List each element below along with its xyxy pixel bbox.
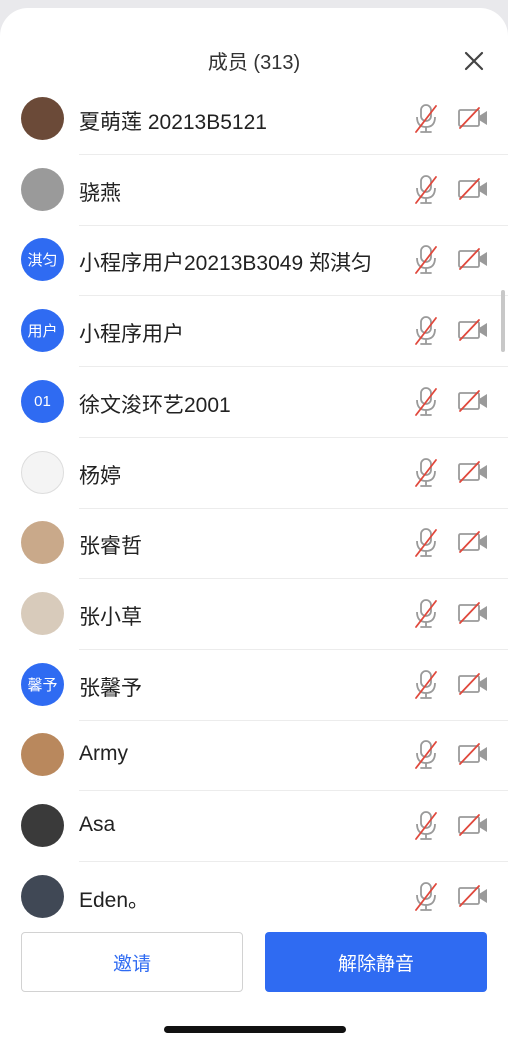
- member-name: 张睿哲: [79, 535, 142, 559]
- mic-muted-icon[interactable]: [413, 598, 439, 630]
- avatar: [21, 804, 64, 847]
- avatar: [21, 521, 64, 565]
- member-name: Eden。: [79, 888, 150, 912]
- mic-muted-icon[interactable]: [413, 244, 439, 276]
- mic-muted-icon[interactable]: [413, 527, 439, 559]
- scrollbar[interactable]: [501, 290, 505, 352]
- member-name: 骁燕: [79, 181, 121, 205]
- member-name: 小程序用户: [79, 323, 184, 347]
- member-row[interactable]: 用户 小程序用户: [0, 296, 508, 368]
- camera-off-icon[interactable]: [457, 247, 489, 271]
- member-row[interactable]: 夏萌莲 20213B5121: [0, 84, 508, 155]
- mic-muted-icon[interactable]: [413, 174, 439, 206]
- avatar-text: 用户: [21, 309, 64, 353]
- camera-off-icon[interactable]: [457, 530, 489, 554]
- member-name: 张小草: [79, 605, 142, 629]
- camera-off-icon[interactable]: [457, 106, 489, 130]
- mic-muted-icon[interactable]: [413, 315, 439, 347]
- member-name: Asa: [79, 813, 116, 836]
- avatar-text: 馨予: [21, 662, 64, 706]
- camera-off-icon[interactable]: [457, 318, 489, 342]
- members-sheet: 成员 (313) 夏萌莲 20213B5121 骁燕 淇匀 小程序用户20213B…: [0, 8, 508, 1046]
- member-row[interactable]: Eden。: [0, 862, 508, 924]
- unmute-all-button[interactable]: 解除静音: [265, 932, 487, 992]
- camera-off-icon[interactable]: [457, 672, 489, 696]
- mic-muted-icon[interactable]: [413, 386, 439, 418]
- member-name: 小程序用户20213B3049 郑淇匀: [79, 252, 372, 276]
- member-name: 徐文浚环艺2001: [79, 393, 231, 417]
- member-row[interactable]: 馨予 张馨予: [0, 650, 508, 721]
- member-row[interactable]: 01 徐文浚环艺2001: [0, 367, 508, 438]
- camera-off-icon[interactable]: [457, 884, 489, 908]
- member-row[interactable]: 骁燕: [0, 155, 508, 226]
- invite-button[interactable]: 邀请: [21, 932, 243, 992]
- camera-off-icon[interactable]: [457, 813, 489, 837]
- member-row[interactable]: 张小草: [0, 579, 508, 650]
- avatar: [21, 591, 64, 635]
- avatar-text: 淇匀: [21, 238, 64, 282]
- mic-muted-icon[interactable]: [413, 669, 439, 701]
- member-row[interactable]: Asa: [0, 791, 508, 862]
- mic-muted-icon[interactable]: [413, 457, 439, 489]
- member-row[interactable]: 杨婷: [0, 438, 508, 509]
- member-row[interactable]: 淇匀 小程序用户20213B3049 郑淇匀: [0, 225, 508, 297]
- avatar: [21, 97, 64, 140]
- avatar: [21, 450, 64, 494]
- camera-off-icon[interactable]: [457, 601, 489, 625]
- mic-muted-icon[interactable]: [413, 103, 439, 135]
- mic-muted-icon[interactable]: [413, 739, 439, 771]
- camera-off-icon[interactable]: [457, 389, 489, 413]
- camera-off-icon[interactable]: [457, 460, 489, 484]
- member-row[interactable]: 张睿哲: [0, 508, 508, 580]
- member-name: Army: [79, 742, 128, 766]
- camera-off-icon[interactable]: [457, 177, 489, 201]
- member-list[interactable]: 夏萌莲 20213B5121 骁燕 淇匀 小程序用户20213B3049 郑淇匀 …: [0, 84, 508, 924]
- avatar: [21, 733, 64, 777]
- member-name: 张馨予: [79, 676, 142, 700]
- page-title: 成员 (313): [207, 52, 301, 74]
- close-icon[interactable]: [462, 49, 486, 73]
- avatar: [21, 874, 64, 918]
- member-row[interactable]: Army: [0, 720, 508, 792]
- avatar-text: 01: [21, 379, 64, 423]
- mic-muted-icon[interactable]: [413, 810, 439, 842]
- avatar: [21, 167, 64, 211]
- member-name: 夏萌莲 20213B5121: [79, 111, 267, 134]
- home-indicator: [164, 1026, 346, 1033]
- mic-muted-icon[interactable]: [413, 881, 439, 913]
- camera-off-icon[interactable]: [457, 742, 489, 766]
- member-name: 杨婷: [79, 464, 121, 488]
